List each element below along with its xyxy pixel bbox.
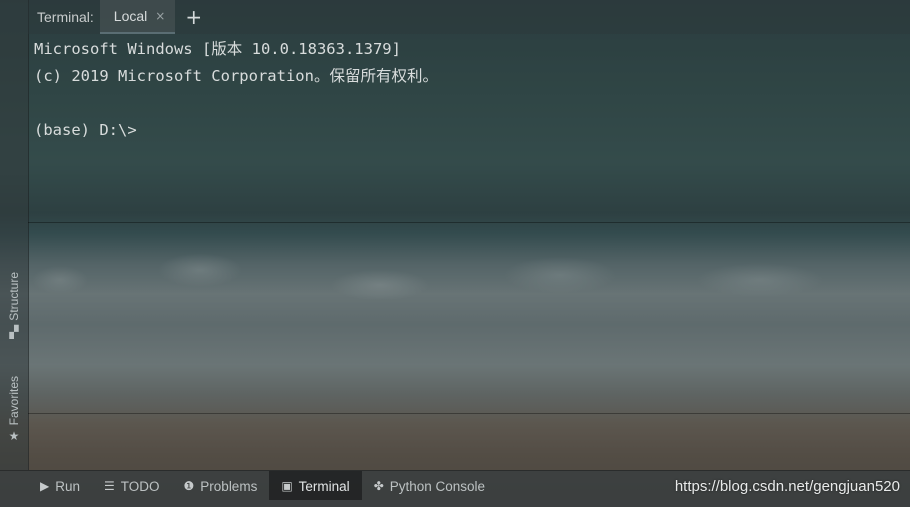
structure-label: Structure [7, 272, 21, 321]
add-tab-button[interactable]: + [185, 7, 202, 27]
tool-tab-todo[interactable]: ☰ TODO [92, 471, 172, 501]
tool-tab-label: Terminal [298, 478, 350, 494]
tab-local[interactable]: Local × [99, 0, 176, 34]
divider-line [28, 222, 910, 223]
divider-line [28, 413, 910, 414]
tool-tab-run[interactable]: ▶ Run [0, 471, 92, 501]
terminal-output[interactable]: Microsoft Windows [版本 10.0.18363.1379] (… [34, 36, 900, 144]
terminal-prompt: (base) D:\> [34, 121, 137, 139]
tool-tab-label: Problems [200, 478, 258, 494]
tool-tab-problems[interactable]: ❶ Problems [172, 471, 270, 501]
terminal-line: (c) 2019 Microsoft Corporation。保留所有权利。 [34, 67, 438, 85]
terminal-tab-bar: Terminal: Local × + [28, 0, 910, 34]
info-icon: ❶ [183, 479, 195, 493]
tab-local-label: Local [113, 8, 148, 24]
tool-tab-label: Python Console [389, 478, 486, 494]
tool-tab-label: Run [55, 478, 80, 494]
favorites-tool-tab[interactable]: Favorites ★ [2, 376, 26, 443]
structure-tool-tab[interactable]: Structure ▞ [2, 272, 26, 339]
terminal-title: Terminal: [37, 9, 94, 25]
left-tool-strip: Structure ▞ Favorites ★ [0, 0, 29, 470]
tool-tab-terminal[interactable]: ▣ Terminal [269, 471, 362, 501]
terminal-line: Microsoft Windows [版本 10.0.18363.1379] [34, 40, 401, 58]
star-icon: ★ [8, 429, 20, 444]
tool-tab-python-console[interactable]: ✤ Python Console [362, 471, 497, 501]
watermark-url: https://blog.csdn.net/gengjuan520 [674, 478, 900, 495]
list-icon: ☰ [104, 479, 115, 493]
tool-tab-label: TODO [120, 478, 160, 494]
favorites-label: Favorites [7, 376, 21, 426]
close-icon[interactable]: × [155, 9, 165, 23]
play-icon: ▶ [40, 479, 50, 493]
status-strip [0, 500, 910, 507]
structure-icon: ▞ [9, 324, 19, 339]
terminal-icon: ▣ [281, 479, 293, 493]
python-icon: ✤ [373, 479, 384, 493]
